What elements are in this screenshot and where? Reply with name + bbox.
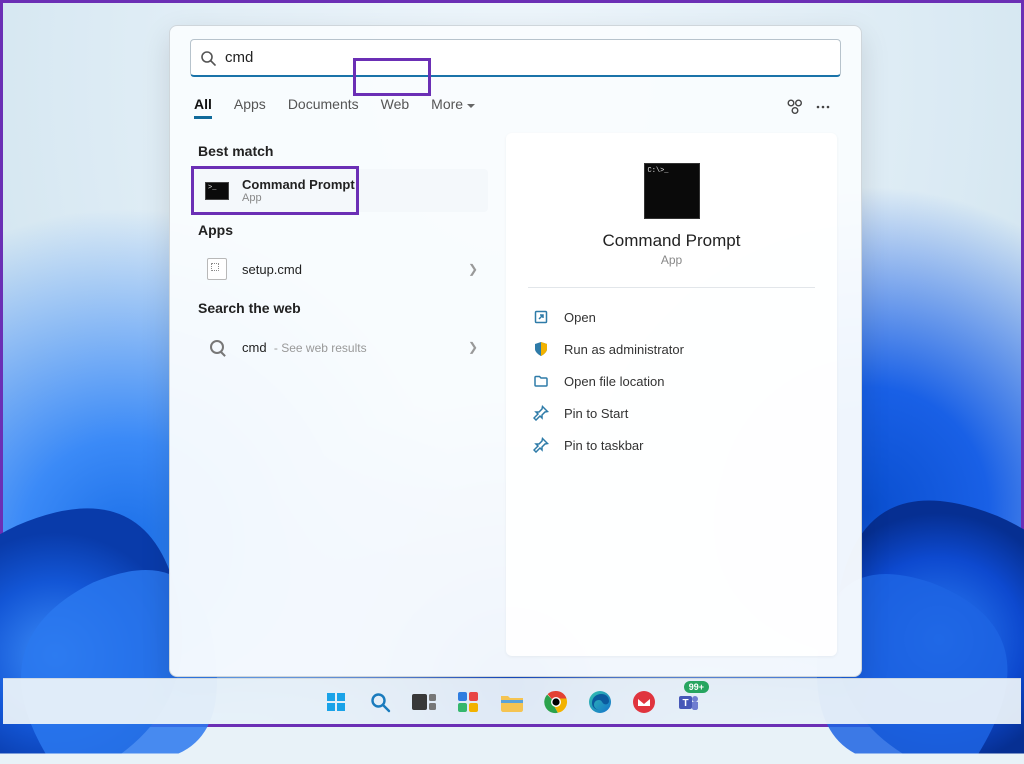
filter-row: All Apps Documents Web More: [194, 93, 837, 121]
result-command-prompt[interactable]: Command Prompt App: [194, 169, 488, 212]
action-run-as-admin[interactable]: Run as administrator: [528, 334, 815, 364]
shield-icon: [532, 340, 550, 358]
taskbar: T 99+: [3, 678, 1021, 724]
action-label: Pin to Start: [564, 406, 628, 421]
web-query: cmd: [242, 340, 267, 355]
search-box[interactable]: [190, 39, 841, 77]
taskbar-start-icon[interactable]: [317, 683, 355, 721]
taskbar-mail-icon[interactable]: [625, 683, 663, 721]
taskbar-teams-icon[interactable]: T 99+: [669, 683, 707, 721]
action-label: Pin to taskbar: [564, 438, 644, 453]
result-subtitle: App: [242, 192, 478, 204]
tab-web[interactable]: Web: [381, 96, 410, 119]
taskbar-edge-icon[interactable]: [581, 683, 619, 721]
tab-documents[interactable]: Documents: [288, 96, 359, 119]
tab-apps[interactable]: Apps: [234, 96, 266, 119]
preview-title: Command Prompt: [603, 231, 741, 251]
action-open-file-location[interactable]: Open file location: [528, 366, 815, 396]
result-title: setup.cmd: [242, 262, 456, 277]
preview-app-icon: [644, 163, 700, 219]
search-input[interactable]: [225, 49, 840, 66]
taskbar-widgets-icon[interactable]: [449, 683, 487, 721]
action-label: Open: [564, 310, 596, 325]
apps-heading: Apps: [198, 222, 488, 238]
taskbar-badge: 99+: [684, 681, 709, 693]
tab-all[interactable]: All: [194, 96, 212, 119]
taskbar-chrome-icon[interactable]: [537, 683, 575, 721]
tab-more[interactable]: More: [431, 96, 475, 119]
search-icon: [191, 50, 225, 66]
more-options-icon[interactable]: [809, 93, 837, 121]
folder-icon: [532, 372, 550, 390]
start-search-panel: All Apps Documents Web More Best match C…: [169, 25, 862, 677]
best-match-heading: Best match: [198, 143, 488, 159]
preview-subtitle: App: [661, 253, 682, 267]
chevron-right-icon: ❯: [468, 340, 478, 354]
taskbar-taskview-icon[interactable]: [405, 683, 443, 721]
result-title: Command Prompt: [242, 177, 478, 192]
result-setup-cmd[interactable]: setup.cmd ❯: [194, 248, 488, 290]
search-settings-icon[interactable]: [781, 93, 809, 121]
taskbar-explorer-icon[interactable]: [493, 683, 531, 721]
preview-pane: Command Prompt App Open Run as administr…: [506, 133, 837, 656]
pin-icon: [532, 436, 550, 454]
action-label: Run as administrator: [564, 342, 684, 357]
web-suffix: - See web results: [271, 341, 367, 355]
action-pin-to-start[interactable]: Pin to Start: [528, 398, 815, 428]
search-web-heading: Search the web: [198, 300, 488, 316]
chevron-right-icon: ❯: [468, 262, 478, 276]
result-title: cmd - See web results: [242, 340, 456, 355]
svg-text:T: T: [682, 698, 688, 709]
action-label: Open file location: [564, 374, 664, 389]
cmd-file-icon: [204, 256, 230, 282]
preview-actions: Open Run as administrator Open file loca…: [528, 302, 815, 460]
search-icon: [204, 334, 230, 360]
pin-icon: [532, 404, 550, 422]
result-web-search[interactable]: cmd - See web results ❯: [194, 326, 488, 368]
taskbar-search-icon[interactable]: [361, 683, 399, 721]
open-icon: [532, 308, 550, 326]
results-column: Best match Command Prompt App Apps setup…: [194, 133, 488, 656]
command-prompt-icon: [204, 178, 230, 204]
filter-tabs: All Apps Documents Web More: [194, 96, 475, 119]
action-pin-to-taskbar[interactable]: Pin to taskbar: [528, 430, 815, 460]
action-open[interactable]: Open: [528, 302, 815, 332]
